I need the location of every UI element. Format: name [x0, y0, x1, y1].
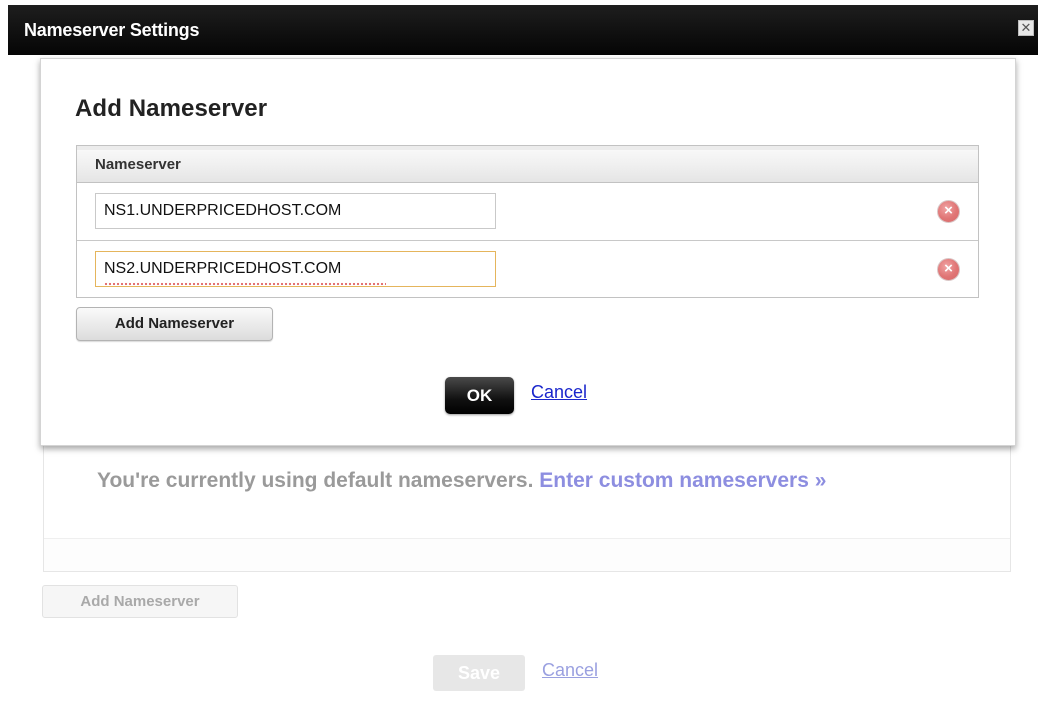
remove-icon[interactable]: ×: [937, 200, 960, 223]
background-cancel-link[interactable]: Cancel: [542, 660, 598, 681]
default-nameservers-message: You're currently using default nameserve…: [97, 469, 826, 493]
add-nameserver-dialog: Add Nameserver Nameserver × × Add Namese…: [40, 58, 1016, 446]
window-border: [0, 56, 8, 717]
panel-footer-strip: [44, 539, 1010, 571]
dialog-title: Add Nameserver: [75, 95, 268, 122]
save-button[interactable]: Save: [433, 655, 525, 691]
window-titlebar: Nameserver Settings ✕: [8, 5, 1038, 55]
default-nameservers-text: You're currently using default nameserve…: [97, 469, 534, 492]
background-add-nameserver-button[interactable]: Add Nameserver: [42, 585, 238, 618]
enter-custom-nameservers-link[interactable]: Enter custom nameservers »: [539, 469, 826, 492]
table-row: ×: [77, 183, 978, 240]
nameserver-input-1[interactable]: [95, 193, 496, 229]
remove-icon[interactable]: ×: [937, 258, 960, 281]
table-row: ×: [77, 240, 978, 297]
ok-button[interactable]: OK: [441, 377, 518, 414]
cancel-link[interactable]: Cancel: [531, 382, 587, 403]
nameserver-column-header: Nameserver: [77, 146, 978, 183]
close-icon[interactable]: ✕: [1018, 20, 1034, 36]
nameserver-table: Nameserver × ×: [76, 145, 979, 298]
background-panel: [43, 440, 1011, 572]
spellcheck-underline: [104, 282, 386, 286]
add-nameserver-button[interactable]: Add Nameserver: [76, 307, 273, 341]
window-title: Nameserver Settings: [24, 20, 200, 40]
